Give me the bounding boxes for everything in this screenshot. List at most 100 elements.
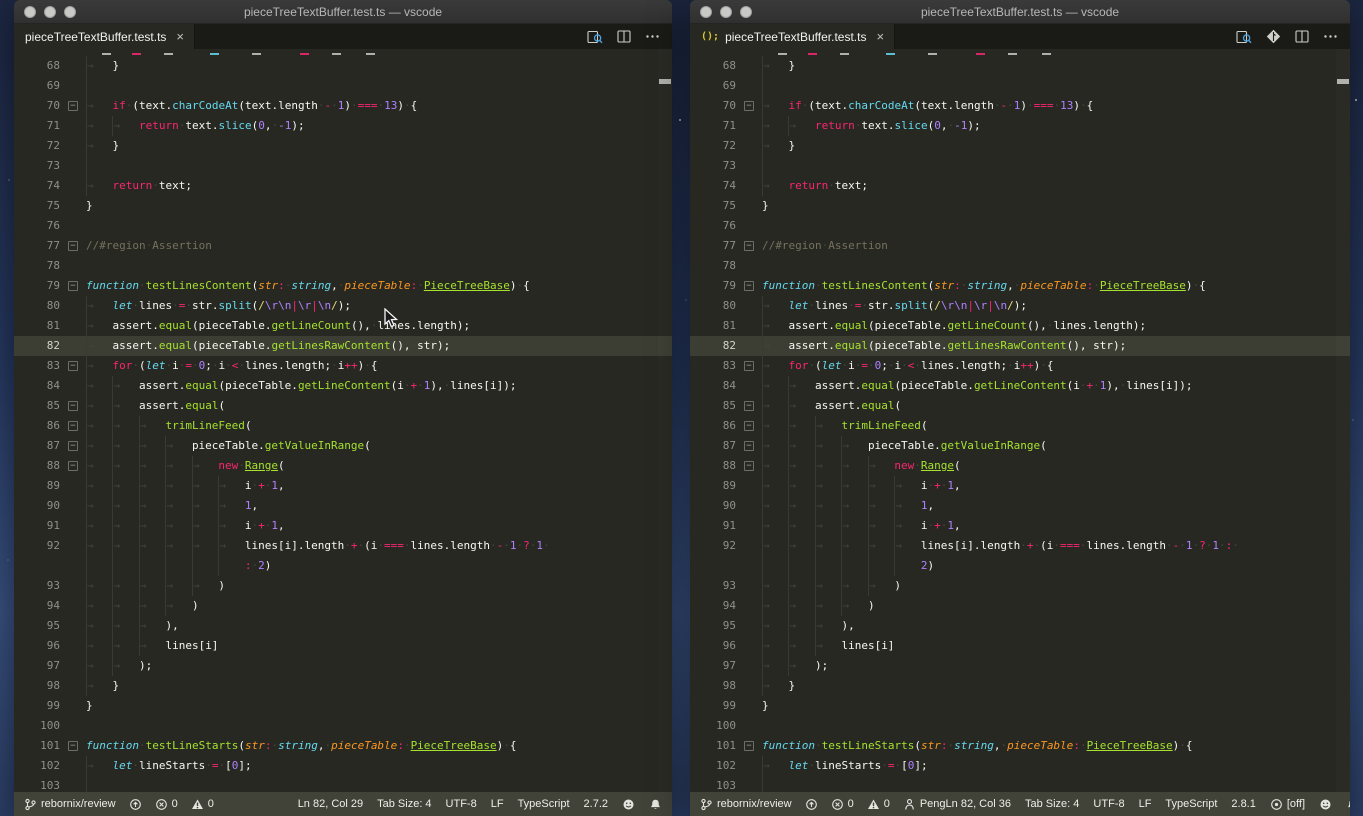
fold-collapse-icon[interactable]: −	[68, 281, 78, 291]
code-content[interactable]: }	[86, 696, 672, 716]
code-content[interactable]: →→→→→→lines[i].length·+·(i·===·lines.len…	[762, 536, 1350, 556]
code-line[interactable]: 93→→→→→)	[14, 576, 672, 596]
code-content[interactable]: function·testLinesContent(str:·string,·p…	[762, 276, 1350, 296]
status-item-feedback[interactable]	[1319, 798, 1332, 811]
code-line[interactable]: 80→let·lines·=·str.split(/\r\n|\r|\n/);	[690, 296, 1350, 316]
fold-collapse-icon[interactable]: −	[744, 101, 754, 111]
fold-collapse-icon[interactable]: −	[744, 461, 754, 471]
code-content[interactable]: →	[86, 776, 672, 792]
status-item-ln-82-col-29[interactable]: Ln 82, Col 29	[298, 798, 363, 810]
code-content[interactable]: →→assert.equal(	[762, 396, 1350, 416]
code-line[interactable]: 97→→);	[690, 656, 1350, 676]
code-line[interactable]: 68→}	[690, 56, 1350, 76]
code-line[interactable]: 78	[690, 256, 1350, 276]
code-content[interactable]	[762, 256, 1350, 276]
code-line[interactable]: 88−→→→→→new·Range(	[690, 456, 1350, 476]
code-line[interactable]: 88−→→→→→new·Range(	[14, 456, 672, 476]
code-line[interactable]: 90→→→→→→1,	[690, 496, 1350, 516]
fold-collapse-icon[interactable]: −	[744, 441, 754, 451]
scrollbar-thumb[interactable]	[659, 79, 671, 84]
scrollbar-thumb[interactable]	[1337, 79, 1349, 84]
code-editor[interactable]: 68→}69→70−→if·(text.charCodeAt(text.leng…	[690, 49, 1350, 792]
close-window-button[interactable]	[24, 6, 36, 18]
close-tab-icon[interactable]: ×	[176, 29, 184, 44]
status-item-warning[interactable]: 0	[867, 798, 890, 811]
code-content[interactable]: →let·lineStarts·=·[0];	[762, 756, 1350, 776]
code-content[interactable]: function·testLinesContent(str:·string,·p…	[86, 276, 672, 296]
code-content[interactable]: →→→),	[762, 616, 1350, 636]
code-content[interactable]: →→→→→→1,	[86, 496, 672, 516]
fold-collapse-icon[interactable]: −	[744, 281, 754, 291]
code-content[interactable]: //#region·Assertion	[86, 236, 672, 256]
code-line[interactable]: 73→	[14, 156, 672, 176]
status-item-typescript[interactable]: TypeScript	[518, 798, 570, 810]
code-content[interactable]: →return·text;	[86, 176, 672, 196]
close-tab-icon[interactable]: ×	[876, 29, 884, 44]
code-line[interactable]: →→→→→→2)	[690, 556, 1350, 576]
fold-collapse-icon[interactable]: −	[744, 421, 754, 431]
code-content[interactable]	[86, 216, 672, 236]
code-line[interactable]: 102→let·lineStarts·=·[0];	[14, 756, 672, 776]
code-content[interactable]: →→);	[762, 656, 1350, 676]
status-item-feedback[interactable]	[622, 798, 635, 811]
code-line[interactable]: 74→return·text;	[14, 176, 672, 196]
code-content[interactable]: →assert.equal(pieceTable.getLinesRawCont…	[762, 336, 1350, 356]
code-line[interactable]: 99}	[690, 696, 1350, 716]
fold-collapse-icon[interactable]: −	[68, 461, 78, 471]
code-content[interactable]: →→return·text.slice(0,·-1);	[86, 116, 672, 136]
code-content[interactable]: function·testLineStarts(str:·string,·pie…	[86, 736, 672, 756]
status-item-utf-8[interactable]: UTF-8	[446, 798, 477, 810]
code-content[interactable]: →if·(text.charCodeAt(text.length·-·1)·==…	[762, 96, 1350, 116]
fold-collapse-icon[interactable]: −	[68, 741, 78, 751]
zoom-window-button[interactable]	[740, 6, 752, 18]
close-window-button[interactable]	[700, 6, 712, 18]
code-line[interactable]: 81→assert.equal(pieceTable.getLineCount(…	[14, 316, 672, 336]
code-content[interactable]: →→→→pieceTable.getValueInRange(	[762, 436, 1350, 456]
code-line[interactable]: 83−→for·(let·i·=·0;·i·<·lines.length;·i+…	[14, 356, 672, 376]
tab-pieceTreeTextBuffer[interactable]: (); pieceTreeTextBuffer.test.ts ×	[690, 24, 895, 49]
fold-collapse-icon[interactable]: −	[744, 361, 754, 371]
code-line[interactable]: 95→→→),	[14, 616, 672, 636]
code-content[interactable]: }	[86, 196, 672, 216]
fold-collapse-icon[interactable]: −	[68, 101, 78, 111]
code-content[interactable]: →→→→→→1,	[762, 496, 1350, 516]
status-item-utf-8[interactable]: UTF-8	[1093, 798, 1124, 810]
code-line[interactable]: 96→→→lines[i]	[690, 636, 1350, 656]
code-line[interactable]: 79−function·testLinesContent(str:·string…	[14, 276, 672, 296]
code-content[interactable]	[762, 716, 1350, 736]
title-bar[interactable]: pieceTreeTextBuffer.test.ts — vscode	[14, 0, 672, 24]
code-content[interactable]: →for·(let·i·=·0;·i·<·lines.length;·i++)·…	[762, 356, 1350, 376]
code-line[interactable]: 79−function·testLinesContent(str:·string…	[690, 276, 1350, 296]
open-changes-icon[interactable]	[1266, 29, 1281, 44]
code-content[interactable]	[86, 256, 672, 276]
fold-collapse-icon[interactable]: −	[744, 241, 754, 251]
code-line[interactable]: 82→assert.equal(pieceTable.getLinesRawCo…	[690, 336, 1350, 356]
minimize-window-button[interactable]	[720, 6, 732, 18]
open-preview-icon[interactable]	[587, 30, 603, 44]
code-line[interactable]: 82→assert.equal(pieceTable.getLinesRawCo…	[14, 336, 672, 356]
code-line[interactable]: 73→	[690, 156, 1350, 176]
code-content[interactable]: →→→→)	[86, 596, 672, 616]
code-content[interactable]	[86, 716, 672, 736]
code-line[interactable]: 69→	[690, 76, 1350, 96]
code-content[interactable]: →→→lines[i]	[762, 636, 1350, 656]
code-line[interactable]: 76	[14, 216, 672, 236]
status-item-bell[interactable]	[1346, 798, 1350, 811]
more-actions-icon[interactable]	[1323, 30, 1338, 43]
code-content[interactable]: →if·(text.charCodeAt(text.length·-·1)·==…	[86, 96, 672, 116]
split-editor-icon[interactable]	[617, 30, 631, 43]
code-line[interactable]: 98→}	[690, 676, 1350, 696]
code-line[interactable]: 92→→→→→→lines[i].length·+·(i·===·lines.l…	[690, 536, 1350, 556]
code-content[interactable]: →	[86, 156, 672, 176]
split-editor-icon[interactable]	[1295, 30, 1309, 43]
code-line[interactable]: 81→assert.equal(pieceTable.getLineCount(…	[690, 316, 1350, 336]
code-line[interactable]: 101−function·testLineStarts(str:·string,…	[690, 736, 1350, 756]
code-content[interactable]: →return·text;	[762, 176, 1350, 196]
status-item-ln-82-col-36[interactable]: Ln 82, Col 36	[946, 798, 1011, 810]
code-line[interactable]: 80→let·lines·=·str.split(/\r\n|\r|\n/);	[14, 296, 672, 316]
status-item-bell[interactable]	[649, 798, 662, 811]
status-item-tab-size-4[interactable]: Tab Size: 4	[377, 798, 431, 810]
status-item-error[interactable]: 0	[155, 798, 178, 811]
status-item-tab-size-4[interactable]: Tab Size: 4	[1025, 798, 1079, 810]
code-content[interactable]: →let·lines·=·str.split(/\r\n|\r|\n/);	[86, 296, 672, 316]
